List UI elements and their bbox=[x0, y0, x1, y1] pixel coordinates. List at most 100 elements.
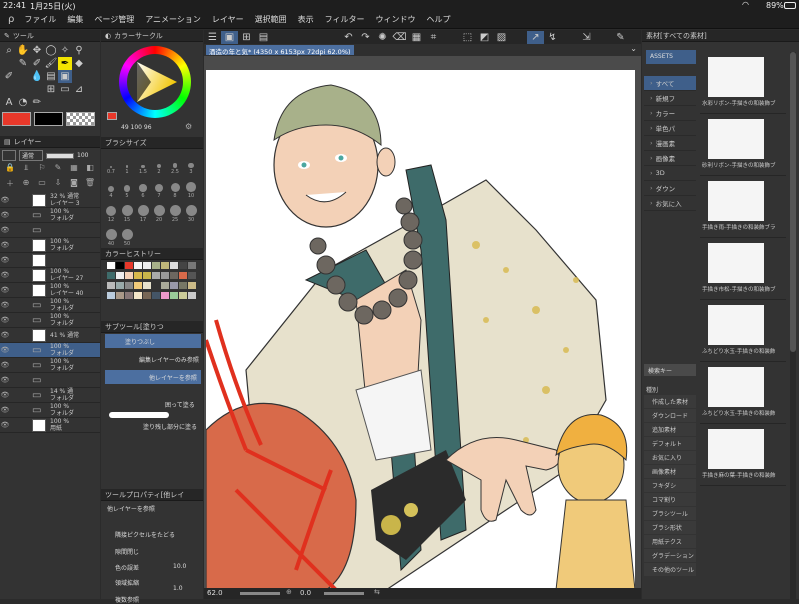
color-history-swatch[interactable] bbox=[116, 262, 125, 270]
bucket-tool-icon[interactable]: ▣ bbox=[58, 70, 72, 83]
tag-item[interactable]: 追加素材 bbox=[644, 423, 696, 436]
eye-icon[interactable]: 👁 bbox=[0, 421, 10, 429]
prop-adjacent[interactable]: 隣接ピクセルをたどる bbox=[115, 530, 175, 539]
layer-folder-row[interactable]: 👁 ▭ 100 % フォルダ bbox=[0, 313, 100, 328]
tag-item[interactable]: コマ割り bbox=[644, 493, 696, 506]
sub-tool-edit-layer-only[interactable]: 編集レイヤーのみ参照 bbox=[105, 352, 201, 366]
airbrush-icon[interactable]: ✒ bbox=[58, 57, 72, 70]
ruler-snap-icon[interactable]: ⇲ bbox=[578, 31, 595, 44]
layer-folder-row[interactable]: 👁 ▭ bbox=[0, 373, 100, 388]
undo-icon[interactable]: ↶ bbox=[340, 31, 357, 44]
material-tree-item[interactable]: › 新規フ bbox=[644, 91, 696, 106]
asset-item[interactable]: ふちどり水玉-手描きの和装飾ブラシ集 bbox=[700, 300, 786, 362]
color-history-swatch[interactable] bbox=[170, 282, 179, 290]
color-history-swatch[interactable] bbox=[152, 292, 161, 300]
color-history-swatch[interactable] bbox=[107, 272, 116, 280]
eye-icon[interactable]: 👁 bbox=[0, 391, 10, 399]
color-history-swatch[interactable] bbox=[107, 262, 116, 270]
color-triangle[interactable] bbox=[131, 58, 179, 106]
asset-scrollbar[interactable] bbox=[790, 52, 796, 599]
menu-filter[interactable]: フィルター bbox=[325, 14, 365, 25]
eye-icon[interactable]: 👁 bbox=[0, 331, 10, 339]
prop-tolerance[interactable]: 色の誤差 bbox=[115, 563, 139, 572]
layer-row[interactable]: 👁 32 % 通常 レイヤー 3 bbox=[0, 193, 100, 208]
color-history-swatch[interactable] bbox=[107, 282, 116, 290]
layer-folder-row[interactable]: 👁 ▭ 14 % 通フォルダ bbox=[0, 388, 100, 403]
brush-size-cell[interactable]: 30 bbox=[183, 199, 199, 223]
color-history-swatch[interactable] bbox=[134, 272, 143, 280]
color-history-swatch[interactable] bbox=[125, 292, 134, 300]
color-history-swatch[interactable] bbox=[161, 282, 170, 290]
zoom-in-icon[interactable]: ⊕ bbox=[286, 588, 292, 596]
material-tree-item[interactable]: › 3D bbox=[644, 166, 696, 181]
color-history-swatch[interactable] bbox=[179, 272, 188, 280]
main-color-chip[interactable] bbox=[107, 112, 117, 120]
layer-folder-row[interactable]: 👁 ▭ 100 % フォルダ bbox=[0, 403, 100, 418]
layer-folder-row[interactable]: 👁 ▭ 100 % フォルダ bbox=[0, 343, 100, 358]
prop-gap[interactable]: 隙間閉じ bbox=[115, 547, 139, 556]
lock-transparent-icon[interactable]: ▦ bbox=[66, 163, 82, 178]
brush-size-cell[interactable]: 50 bbox=[119, 223, 135, 247]
menu-help[interactable]: ヘルプ bbox=[427, 14, 451, 25]
eraser-icon[interactable]: ◆ bbox=[72, 57, 86, 70]
layer-folder-row[interactable]: 👁 ▭ 100 % フォルダ bbox=[0, 208, 100, 223]
opacity-slider[interactable] bbox=[46, 152, 74, 159]
brush-size-cell[interactable]: 2.5 bbox=[167, 151, 183, 175]
color-history-swatch[interactable] bbox=[170, 262, 179, 270]
rotation-slider[interactable] bbox=[324, 592, 364, 595]
color-history-swatch[interactable] bbox=[134, 292, 143, 300]
zoom-slider[interactable] bbox=[240, 592, 280, 595]
color-history-swatch[interactable] bbox=[152, 262, 161, 270]
eye-icon[interactable]: 👁 bbox=[0, 346, 10, 354]
menu-file[interactable]: ファイル bbox=[24, 14, 56, 25]
color-history-swatch[interactable] bbox=[125, 262, 134, 270]
settings-icon[interactable]: ⚙ bbox=[185, 122, 192, 131]
brush-tool-icon[interactable]: 🖌 bbox=[44, 57, 58, 70]
color-history-swatch[interactable] bbox=[170, 272, 179, 280]
invert-icon[interactable]: ◩ bbox=[476, 31, 493, 44]
asset-item[interactable]: 手描き麻の葉-手描きの和装飾ブラシ集 bbox=[700, 424, 786, 486]
new-vector-icon[interactable]: ⊕ bbox=[18, 178, 34, 194]
color-history-swatch[interactable] bbox=[143, 272, 152, 280]
fill-icon[interactable]: ▦ bbox=[408, 31, 425, 44]
eye-icon[interactable]: 👁 bbox=[0, 361, 10, 369]
ruler-tool-icon[interactable]: ⊿ bbox=[72, 83, 86, 96]
balloon-tool-icon[interactable]: ◔ bbox=[16, 96, 30, 109]
artwork-canvas[interactable] bbox=[206, 70, 635, 590]
asset-item[interactable]: 水彩リボン-手描きの和装飾ブラシ集 bbox=[700, 52, 786, 114]
app-logo-icon[interactable]: ρ bbox=[8, 14, 14, 25]
spinner-icon[interactable]: ✺ bbox=[374, 31, 391, 44]
menu-selection[interactable]: 選択範囲 bbox=[255, 14, 287, 25]
material-search[interactable]: 検索キー bbox=[644, 364, 696, 376]
color-history-swatch[interactable] bbox=[161, 262, 170, 270]
menu-view[interactable]: 表示 bbox=[298, 14, 314, 25]
eye-icon[interactable]: 👁 bbox=[0, 271, 10, 279]
clip-layer-icon[interactable]: ⫫ bbox=[18, 163, 34, 178]
tag-item[interactable]: 作成した素材 bbox=[644, 395, 696, 408]
eye-icon[interactable]: 👁 bbox=[0, 241, 10, 249]
correct-line-icon[interactable]: ✏ bbox=[30, 96, 44, 109]
brush-size-cell[interactable]: 6 bbox=[135, 175, 151, 199]
color-history-swatch[interactable] bbox=[188, 292, 197, 300]
new-folder-icon[interactable]: ▭ bbox=[34, 178, 50, 194]
prop-expand[interactable]: 領域拡縮 bbox=[115, 578, 139, 587]
quick-access-icon[interactable]: ▣ bbox=[221, 30, 238, 44]
tag-item[interactable]: ブラシ形状 bbox=[644, 521, 696, 534]
eye-icon[interactable]: 👁 bbox=[0, 211, 10, 219]
tag-item[interactable]: デフォルト bbox=[644, 437, 696, 450]
menu-page[interactable]: ページ管理 bbox=[94, 14, 134, 25]
menu-window[interactable]: ウィンドウ bbox=[376, 14, 416, 25]
material-tree-item[interactable]: › 単色パ bbox=[644, 121, 696, 136]
color-history-swatch[interactable] bbox=[125, 272, 134, 280]
asset-item[interactable]: 手描き市松-手描きの和装飾ブラシ集 bbox=[700, 238, 786, 300]
reference-icon[interactable]: ⚐ bbox=[34, 163, 50, 178]
rotation-value[interactable]: 0.0 bbox=[300, 589, 311, 597]
material-tree-item[interactable]: › ダウン bbox=[644, 181, 696, 196]
color-history-swatch[interactable] bbox=[188, 272, 197, 280]
layer-folder-row[interactable]: 👁 ▭ 100 % フォルダ bbox=[0, 298, 100, 313]
layer-row[interactable]: 👁 100 % レイヤー 40 bbox=[0, 283, 100, 298]
assets-tab[interactable]: ASSETS bbox=[646, 50, 696, 64]
main-color-swatch[interactable] bbox=[2, 112, 31, 126]
add-mask-icon[interactable]: ◙ bbox=[66, 178, 82, 194]
clip-icon[interactable] bbox=[2, 150, 16, 161]
